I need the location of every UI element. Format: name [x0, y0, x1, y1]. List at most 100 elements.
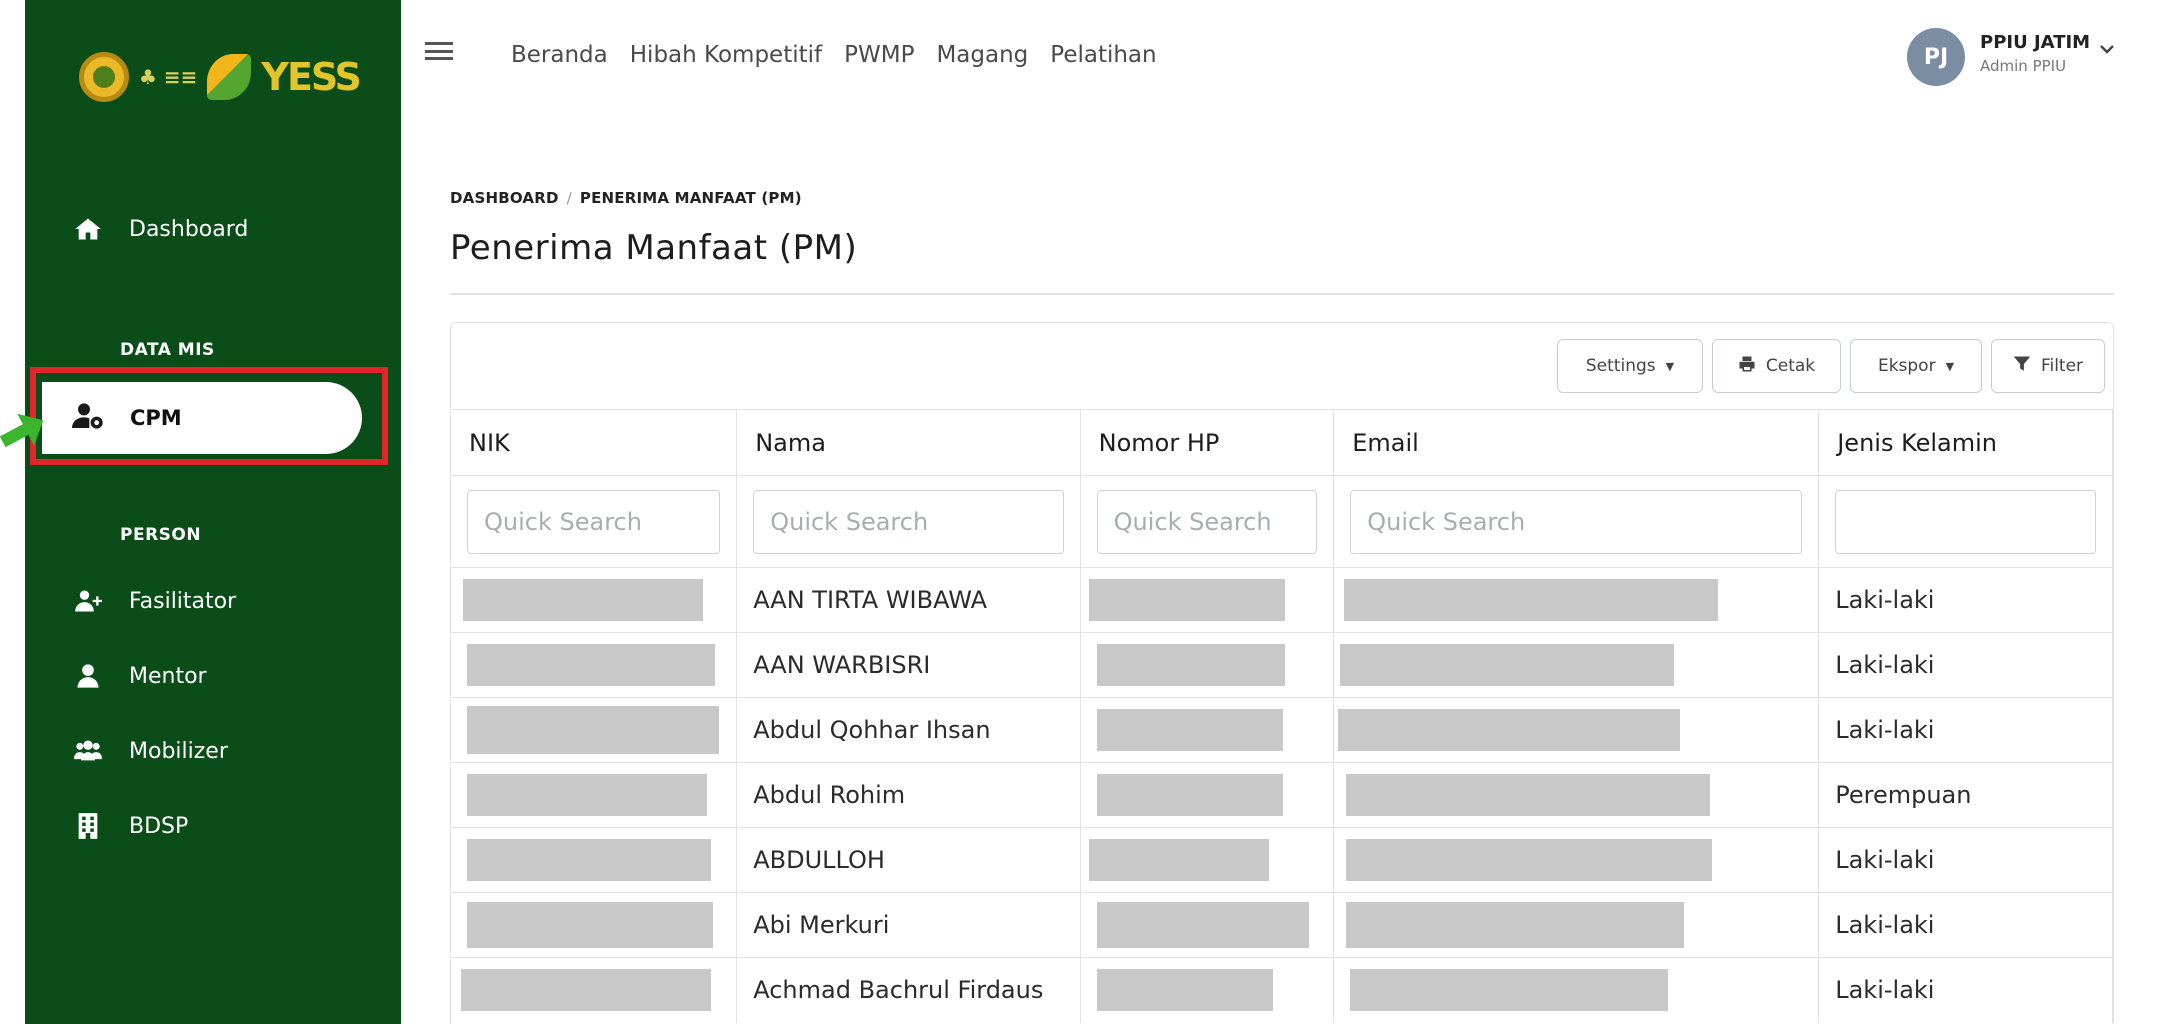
nomor-hp-cell [1080, 762, 1335, 828]
nama-cell: Abdul Qohhar Ihsan [736, 697, 1081, 763]
table-row[interactable]: Abi Merkuri Laki-laki [451, 892, 2113, 958]
table-row[interactable]: ABDULLOH Laki-laki [451, 827, 2113, 893]
nama-cell: AAN WARBISRI [736, 632, 1081, 698]
redacted-value [1346, 839, 1713, 881]
printer-icon [1738, 355, 1756, 378]
users-icon [73, 736, 103, 766]
redacted-value [1088, 579, 1285, 621]
search-cell: Quick Search [1080, 475, 1335, 568]
print-button[interactable]: Cetak [1712, 339, 1841, 393]
table-row[interactable]: AAN WARBISRI Laki-laki [451, 632, 2113, 698]
column-header-nik[interactable]: NIK [451, 409, 738, 476]
nomor-hp-cell [1080, 957, 1335, 1023]
yess-logo: YESS [261, 55, 362, 99]
table-card: Settings ▼ Cetak Ekspor ▼ Filter NIK Nam… [450, 322, 2114, 1024]
nomor-hp-cell [1080, 697, 1335, 763]
filter-icon [2013, 355, 2031, 378]
page-title: Penerima Manfaat (PM) [450, 228, 858, 268]
breadcrumb-root[interactable]: DASHBOARD [450, 189, 559, 207]
nav-link-beranda[interactable]: Beranda [511, 42, 608, 68]
redacted-value [467, 839, 711, 881]
nomor-hp-cell [1080, 827, 1335, 893]
column-header-nomor-hp[interactable]: Nomor HP [1080, 409, 1335, 476]
redacted-value [1096, 709, 1283, 751]
pointer-arrow-icon [0, 413, 44, 448]
jenis-kelamin-cell: Laki-laki [1818, 567, 2113, 633]
top-navigation: Beranda Hibah Kompetitif PWMP Magang Pel… [511, 42, 1157, 68]
sidebar-item-bdsp[interactable]: BDSP [73, 811, 188, 841]
search-cell: Quick Search [451, 475, 738, 568]
redacted-value [1350, 969, 1669, 1012]
filter-button-label: Filter [2040, 356, 2084, 376]
search-cell: Quick Search [1333, 475, 1820, 568]
nama-cell: ABDULLOH [736, 827, 1081, 893]
redacted-value [1096, 969, 1273, 1012]
nama-cell: Abi Merkuri [736, 892, 1081, 958]
filter-button[interactable]: Filter [1991, 339, 2105, 393]
breadcrumb-current: PENERIMA MANFAAT (PM) [579, 189, 802, 207]
redacted-value [463, 579, 703, 621]
redacted-value [467, 706, 719, 754]
nik-cell [451, 697, 738, 763]
table-row[interactable]: Achmad Bachrul Firdaus Laki-laki [451, 957, 2113, 1023]
sidebar: ♣ ≡≡ YESS Dashboard DATA MIS PERSON Fasi… [25, 0, 401, 1024]
hamburger-menu-icon[interactable] [425, 42, 453, 60]
highlight-box [30, 367, 388, 465]
redacted-value [1340, 644, 1675, 686]
settings-button[interactable]: Settings ▼ [1557, 339, 1703, 393]
table-row[interactable]: Abdul Rohim Perempuan [451, 762, 2113, 828]
nomor-hp-cell [1080, 632, 1335, 698]
nav-link-hibah-kompetitif[interactable]: Hibah Kompetitif [630, 42, 822, 68]
breadcrumb: DASHBOARD / PENERIMA MANFAAT (PM) [450, 189, 802, 207]
nama-cell: AAN TIRTA WIBAWA [736, 567, 1081, 633]
sidebar-item-mobilizer[interactable]: Mobilizer [73, 736, 228, 766]
search-cell [1818, 475, 2113, 568]
logo: ♣ ≡≡ YESS [79, 52, 362, 102]
nomor-hp-cell [1080, 567, 1335, 633]
column-header-email[interactable]: Email [1333, 409, 1820, 476]
section-label-person: PERSON [120, 525, 202, 545]
search-row: Quick Search Quick Search Quick Search Q… [451, 475, 2113, 568]
redacted-value [467, 774, 707, 816]
avatar[interactable]: PJ [1907, 28, 1965, 86]
topbar: Beranda Hibah Kompetitif PWMP Magang Pel… [401, 0, 2163, 110]
chevron-down-icon[interactable] [2098, 40, 2116, 58]
redacted-value [467, 644, 715, 686]
breadcrumb-separator: / [566, 189, 572, 207]
column-header-nama[interactable]: Nama [736, 409, 1081, 476]
export-button[interactable]: Ekspor ▼ [1850, 339, 1982, 393]
caret-down-icon: ▼ [1945, 359, 1955, 373]
redacted-value [1338, 709, 1681, 751]
redacted-value [461, 969, 711, 1012]
column-header-jenis-kelamin[interactable]: Jenis Kelamin [1818, 409, 2113, 476]
table-row[interactable]: Abdul Qohhar Ihsan Laki-laki [451, 697, 2113, 763]
nik-cell [451, 632, 738, 698]
table-toolbar: Settings ▼ Cetak Ekspor ▼ Filter [1557, 339, 2105, 393]
user-menu[interactable]: PPIU JATIM Admin PPIU [1980, 32, 2090, 75]
email-search-input[interactable]: Quick Search [1350, 489, 1803, 554]
data-table: NIK Nama Nomor HP Email Jenis Kelamin Qu… [451, 409, 2113, 1023]
nama-search-input[interactable]: Quick Search [753, 489, 1064, 554]
redacted-value [1346, 774, 1711, 816]
nav-link-pwmp[interactable]: PWMP [844, 42, 914, 68]
nomor-hp-cell [1080, 892, 1335, 958]
sidebar-item-label: BDSP [129, 813, 189, 839]
sidebar-item-mentor[interactable]: Mentor [73, 661, 207, 691]
sidebar-item-label: Mobilizer [129, 738, 228, 764]
email-cell [1333, 892, 1820, 958]
nomor-hp-search-input[interactable]: Quick Search [1096, 489, 1318, 554]
nav-link-pelatihan[interactable]: Pelatihan [1050, 42, 1156, 68]
jenis-kelamin-search-input[interactable] [1835, 489, 2096, 554]
nav-link-magang[interactable]: Magang [936, 42, 1028, 68]
nik-cell [451, 567, 738, 633]
redacted-value [1096, 774, 1283, 816]
nik-search-input[interactable]: Quick Search [467, 489, 721, 554]
sidebar-item-dashboard[interactable]: Dashboard [73, 214, 248, 244]
sidebar-item-label: Mentor [129, 663, 207, 689]
table-row[interactable]: AAN TIRTA WIBAWA Laki-laki [451, 567, 2113, 633]
user-tie-icon [73, 661, 103, 691]
nik-cell [451, 827, 738, 893]
sidebar-item-fasilitator[interactable]: Fasilitator [73, 586, 236, 616]
email-cell [1333, 697, 1820, 763]
email-cell [1333, 827, 1820, 893]
